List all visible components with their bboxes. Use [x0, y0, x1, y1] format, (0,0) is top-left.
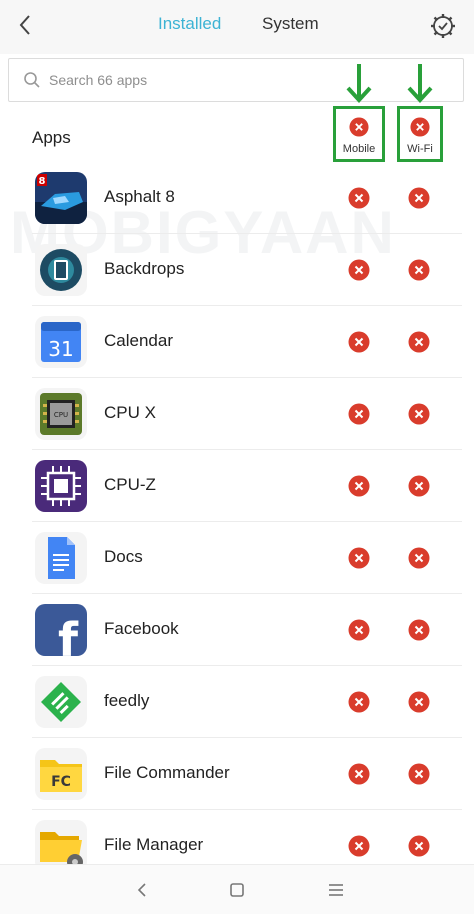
mobile-column-toggle[interactable]: Mobile	[333, 106, 385, 162]
app-name: CPU-Z	[104, 475, 156, 494]
wifi-column-label: Wi-Fi	[407, 143, 433, 155]
search-input[interactable]: Search 66 apps	[8, 58, 464, 102]
nav-menu-button[interactable]	[324, 878, 348, 902]
arrow-down-icon	[346, 64, 372, 103]
wifi-access-toggle[interactable]	[408, 835, 430, 857]
list-item: 31 Calendar	[0, 306, 474, 378]
cpuz-icon	[35, 460, 87, 512]
file-commander-icon: FC	[35, 748, 87, 800]
arrow-down-icon	[407, 64, 433, 103]
section-title: Apps	[32, 128, 71, 147]
wifi-access-toggle[interactable]	[408, 403, 430, 425]
wifi-access-toggle[interactable]	[408, 331, 430, 353]
list-item: 8 Asphalt 8	[0, 162, 474, 234]
list-item: CPU-Z	[0, 450, 474, 522]
list-item: Docs	[0, 522, 474, 594]
back-button[interactable]	[10, 10, 40, 40]
chevron-left-icon	[19, 15, 30, 35]
list-item: Backdrops	[0, 234, 474, 306]
mobile-access-toggle[interactable]	[348, 403, 370, 425]
list-item: feedly	[0, 666, 474, 738]
search-placeholder: Search 66 apps	[49, 72, 148, 88]
mobile-access-toggle[interactable]	[348, 475, 370, 497]
calendar-icon: 31	[35, 316, 87, 368]
wifi-access-toggle[interactable]	[408, 763, 430, 785]
wifi-access-toggle[interactable]	[408, 187, 430, 209]
blocked-x-icon	[410, 117, 430, 137]
mobile-access-toggle[interactable]	[348, 331, 370, 353]
backdrops-icon	[35, 244, 87, 296]
mobile-access-toggle[interactable]	[348, 763, 370, 785]
mobile-access-toggle[interactable]	[348, 259, 370, 281]
list-item: FC File Commander	[0, 738, 474, 810]
feedly-icon	[35, 676, 87, 728]
app-name: CPU X	[104, 403, 156, 422]
mobile-column-label: Mobile	[342, 143, 376, 155]
mobile-access-toggle[interactable]	[348, 835, 370, 857]
top-bar: Installed System	[0, 0, 474, 54]
nav-home-button[interactable]	[225, 878, 249, 902]
wifi-access-toggle[interactable]	[408, 547, 430, 569]
chevron-left-icon	[137, 883, 146, 897]
svg-text:FC: FC	[51, 774, 71, 790]
mobile-access-toggle[interactable]	[348, 619, 370, 641]
gear-check-icon	[431, 14, 455, 38]
nav-back-button[interactable]	[130, 878, 154, 902]
asphalt8-icon: 8	[35, 172, 87, 224]
svg-text:CPU: CPU	[54, 411, 68, 419]
svg-text:8: 8	[39, 176, 46, 187]
wifi-column-toggle[interactable]: Wi-Fi	[397, 106, 443, 162]
menu-icon	[329, 884, 343, 896]
square-icon	[230, 883, 244, 897]
app-name: Backdrops	[104, 259, 185, 278]
wifi-access-toggle[interactable]	[408, 259, 430, 281]
facebook-icon: f	[35, 604, 87, 656]
list-item: f Facebook	[0, 594, 474, 666]
app-name: File Manager	[104, 835, 204, 854]
tab-installed[interactable]: Installed	[158, 14, 221, 34]
mobile-access-toggle[interactable]	[348, 691, 370, 713]
app-name: Docs	[104, 547, 143, 566]
tab-system[interactable]: System	[262, 14, 319, 34]
app-list: 8 Asphalt 8 Backdrops 31 Calendar CPU CP…	[0, 162, 474, 882]
svg-text:f: f	[58, 613, 79, 656]
app-name: Calendar	[104, 331, 173, 350]
app-name: feedly	[104, 691, 150, 710]
list-item: CPU CPU X	[0, 378, 474, 450]
wifi-access-toggle[interactable]	[408, 475, 430, 497]
wifi-access-toggle[interactable]	[408, 619, 430, 641]
app-name: Asphalt 8	[104, 187, 175, 206]
blocked-x-icon	[349, 117, 369, 137]
mobile-access-toggle[interactable]	[348, 547, 370, 569]
mobile-access-toggle[interactable]	[348, 187, 370, 209]
app-name: File Commander	[104, 763, 230, 782]
app-name: Facebook	[104, 619, 179, 638]
settings-button[interactable]	[428, 11, 458, 41]
navigation-bar	[0, 864, 474, 914]
cpux-icon: CPU	[35, 388, 87, 440]
search-icon	[24, 72, 40, 88]
svg-text:31: 31	[48, 337, 73, 361]
docs-icon	[35, 532, 87, 584]
wifi-access-toggle[interactable]	[408, 691, 430, 713]
